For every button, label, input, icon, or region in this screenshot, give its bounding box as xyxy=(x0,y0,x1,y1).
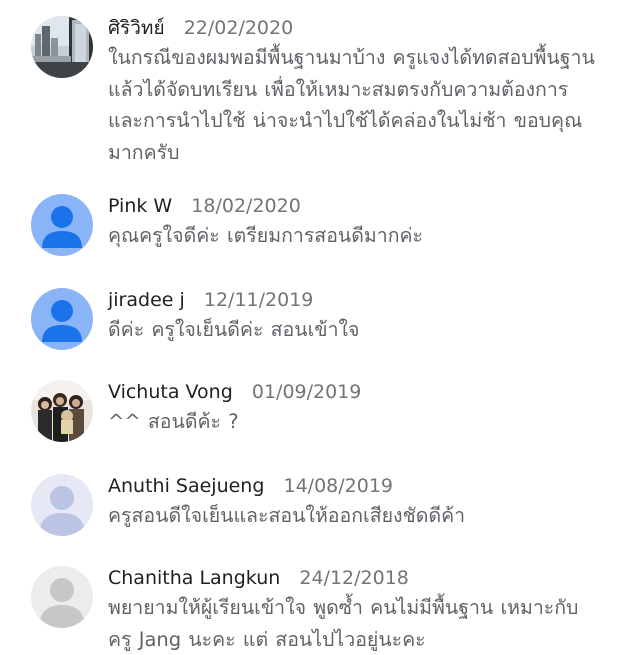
review-text-line: คุณครูใจดีค่ะ เตรียมการสอนดีมากค่ะ xyxy=(108,220,630,252)
reviewer-name: Vichuta Vong xyxy=(108,381,233,403)
review-text-line: ดีค่ะ ครูใจเย็นดีค่ะ สอนเข้าใจ xyxy=(108,314,630,346)
default-user-icon xyxy=(31,566,93,628)
review-text-line: มากครับ xyxy=(108,137,630,169)
avatar[interactable] xyxy=(31,474,93,536)
reviewer-name: Anuthi Saejueng xyxy=(108,475,264,497)
review-date: 18/02/2020 xyxy=(191,195,301,217)
default-user-icon xyxy=(31,194,93,256)
review-date: 01/09/2019 xyxy=(252,381,362,403)
review-text: ^^ สอนดีค้ะ ? xyxy=(108,406,630,438)
review-date: 12/11/2019 xyxy=(204,289,314,311)
avatar[interactable] xyxy=(31,16,93,78)
reviewer-name: jiradee j xyxy=(108,289,185,311)
review-text: ในกรณีของผมพอมีพื้นฐานมาบ้าง ครูแจงได้ทด… xyxy=(108,42,630,168)
reviewer-name: ศิริวิทย์ xyxy=(108,17,165,39)
review-text-line: ในกรณีของผมพอมีพื้นฐานมาบ้าง ครูแจงได้ทด… xyxy=(108,42,630,74)
review-date: 14/08/2019 xyxy=(284,475,394,497)
reviewer-name: Chanitha Langkun xyxy=(108,567,280,589)
review-text-line: แล้วได้จัดบทเรียน เพื่อให้เหมาะสมตรงกับค… xyxy=(108,74,630,106)
review-text-line: พยายามให้ผู้เรียนเข้าใจ พูดซ้ำ คนไม่มีพื… xyxy=(108,592,630,624)
review-text-line: ^^ สอนดีค้ะ ? xyxy=(108,406,630,438)
review-text: พยายามให้ผู้เรียนเข้าใจ พูดซ้ำ คนไม่มีพื… xyxy=(108,592,630,655)
review-text-line: และการนำไปใช้ น่าจะนำไปใช้ได้คล่องในไม่ช… xyxy=(108,105,630,137)
review-text: ครูสอนดีใจเย็นและสอนให้ออกเสียงชัดดีค้า xyxy=(108,500,630,532)
avatar[interactable] xyxy=(31,380,93,442)
reviewer-name: Pink W xyxy=(108,195,172,217)
review-date: 22/02/2020 xyxy=(184,17,294,39)
avatar[interactable] xyxy=(31,566,93,628)
default-user-icon xyxy=(31,474,93,536)
review-text: ดีค่ะ ครูใจเย็นดีค่ะ สอนเข้าใจ xyxy=(108,314,630,346)
review-date: 24/12/2018 xyxy=(299,567,409,589)
avatar[interactable] xyxy=(31,194,93,256)
default-user-icon xyxy=(31,288,93,350)
review-text-line: ครู Jang นะคะ แต่ สอนไปไวอยู่นะคะ xyxy=(108,624,630,655)
review-text: คุณครูใจดีค่ะ เตรียมการสอนดีมากค่ะ xyxy=(108,220,630,252)
avatar[interactable] xyxy=(31,288,93,350)
review-text-line: ครูสอนดีใจเย็นและสอนให้ออกเสียงชัดดีค้า xyxy=(108,500,630,532)
